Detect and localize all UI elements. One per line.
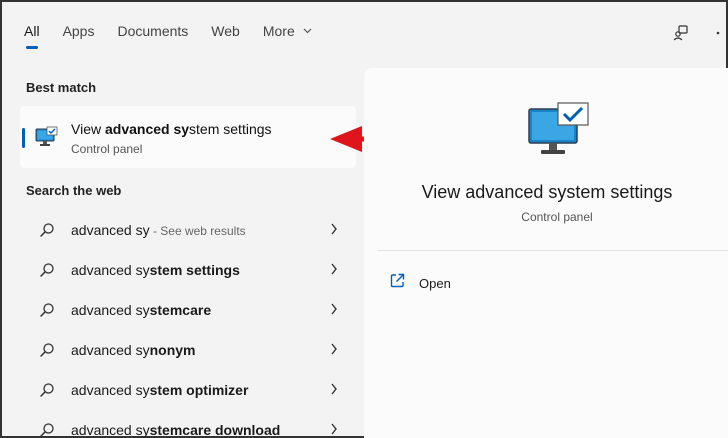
search-icon [39, 342, 55, 363]
web-result-text: advanced system settings [71, 262, 240, 278]
best-match-result[interactable]: View advanced system settings Control pa… [20, 106, 356, 168]
tab-apps[interactable]: Apps [63, 16, 95, 46]
search-icon [39, 222, 55, 243]
open-action[interactable]: Open [390, 273, 451, 293]
search-icon [39, 422, 55, 438]
system-monitor-icon [35, 126, 59, 153]
open-action-label: Open [419, 275, 451, 291]
best-match-title: View advanced system settings [71, 121, 272, 137]
web-results-list: advanced sy - See web results advanced s… [20, 210, 346, 438]
tab-all[interactable]: All [24, 16, 40, 49]
account-switch-icon[interactable] [670, 22, 692, 44]
chevron-right-icon[interactable] [330, 382, 338, 401]
search-icon [39, 262, 55, 283]
web-result-text: advanced systemcare [71, 302, 212, 318]
system-monitor-icon [528, 102, 590, 163]
web-result-item[interactable]: advanced systemcare download [20, 410, 346, 438]
detail-title: View advanced system settings [421, 182, 673, 202]
open-external-icon [390, 273, 405, 293]
web-result-item[interactable]: advanced systemcare [20, 290, 346, 330]
tab-more[interactable]: More [263, 16, 312, 46]
chevron-right-icon[interactable] [330, 342, 338, 361]
web-result-text: advanced system optimizer [71, 382, 249, 398]
chevron-right-icon[interactable] [330, 422, 338, 438]
chevron-right-icon[interactable] [330, 262, 338, 281]
chevron-down-icon [303, 17, 312, 47]
search-icon [39, 382, 55, 403]
tab-more-label: More [262, 23, 295, 39]
web-result-item[interactable]: advanced synonym [20, 330, 346, 370]
divider [378, 250, 728, 251]
web-result-item[interactable]: advanced sy - See web results [20, 210, 346, 250]
best-match-subtitle: Control panel [71, 142, 143, 156]
tab-documents[interactable]: Documents [117, 16, 188, 46]
chevron-right-icon[interactable] [330, 222, 338, 241]
web-result-item[interactable]: advanced system optimizer [20, 370, 346, 410]
tab-web[interactable]: Web [211, 16, 240, 46]
web-result-text: advanced sy - See web results [71, 222, 246, 238]
best-match-heading: Best match [26, 80, 97, 95]
top-right-icons [658, 22, 726, 44]
more-options-icon[interactable] [704, 22, 726, 44]
web-result-text: advanced systemcare download [71, 422, 281, 438]
web-result-item[interactable]: advanced system settings [20, 250, 346, 290]
detail-subtitle: Control panel [521, 210, 593, 224]
web-result-text: advanced synonym [71, 342, 196, 358]
chevron-right-icon[interactable] [330, 302, 338, 321]
search-web-heading: Search the web [26, 183, 122, 198]
search-icon [39, 302, 55, 323]
result-detail-panel: View advanced system settings Control pa… [364, 68, 728, 438]
search-filter-tabs: All Apps Documents Web More [24, 16, 335, 52]
selection-indicator [22, 128, 25, 148]
